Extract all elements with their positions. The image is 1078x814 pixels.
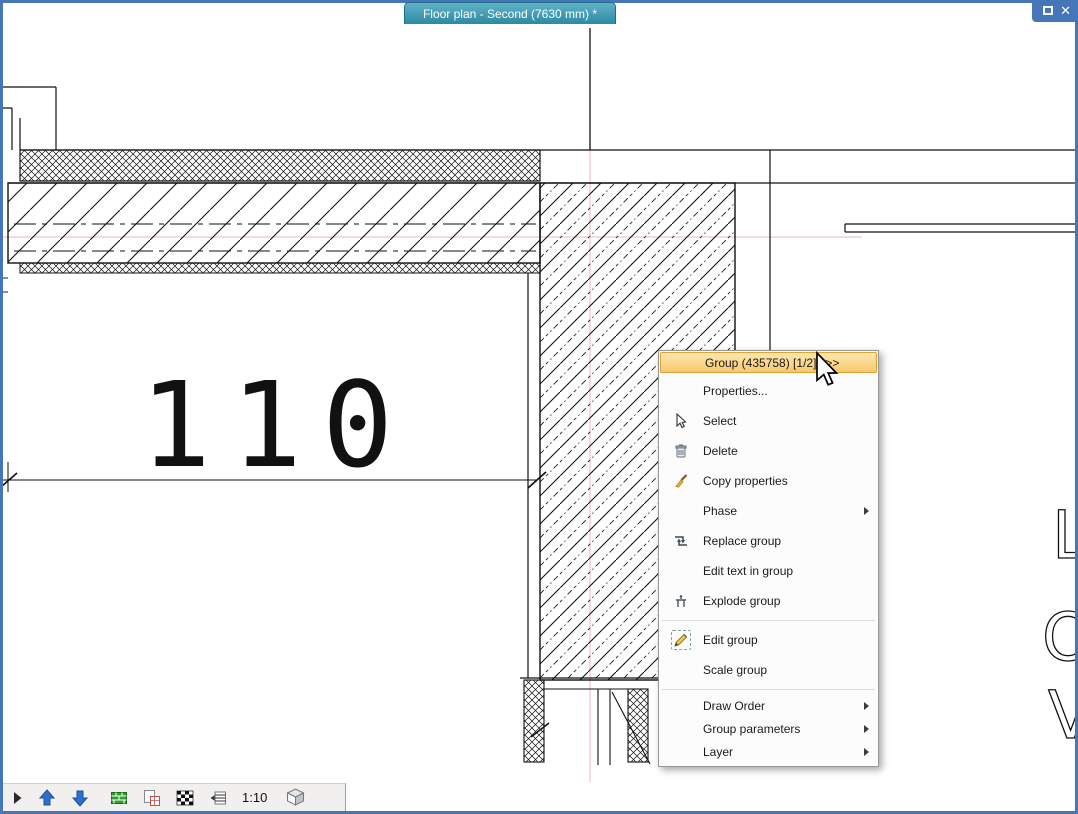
menu-item-label: Edit text in group [703,564,869,578]
menu-item-label: Scale group [703,663,869,677]
trash-icon [659,443,703,459]
submenu-arrow-icon [864,507,869,515]
menu-item-label: Explode group [703,594,869,608]
explode-icon [659,593,703,609]
context-menu: Group (435758) [1/2] >> Properties... Se… [658,350,879,767]
collapse-arrow-icon [12,791,23,805]
pencil-icon [659,630,703,650]
menu-item-label: Select [703,414,869,428]
menu-header-group[interactable]: Group (435758) [1/2] >> [660,352,877,373]
tab-floor-plan[interactable]: Floor plan - Second (7630 mm) * [404,2,616,24]
menu-item-group-parameters[interactable]: Group parameters [659,717,878,740]
cursor-icon [659,413,703,429]
replace-icon [659,533,703,549]
room-number-label[interactable]: 110 [140,356,413,494]
restore-button[interactable] [1043,2,1053,20]
fill-scale-icon [209,789,227,807]
menu-item-replace-group[interactable]: Replace group [659,526,878,556]
menu-separator [662,620,875,621]
view-3d-button[interactable] [282,787,309,808]
menu-item-scale-group[interactable]: Scale group [659,655,878,685]
window-controls: ✕ [1032,0,1078,22]
layout-display-button[interactable] [143,789,161,807]
menu-item-properties[interactable]: Properties... [659,376,878,406]
menu-item-label: Group parameters [703,722,864,736]
scale-indicator[interactable]: 1:10 [242,790,267,805]
menu-item-explode-group[interactable]: Explode group [659,586,878,616]
toolbar-collapse-button[interactable] [12,791,23,805]
floorplan-canvas[interactable]: 110 L O V [0,0,1078,814]
menu-header-cycle[interactable]: >> [825,356,839,370]
up-arrow-icon [38,789,56,807]
menu-item-label: Replace group [703,534,869,548]
view-toolbar: 1:10 [3,783,346,811]
menu-item-phase[interactable]: Phase [659,496,878,526]
checker-display-button[interactable] [176,789,194,807]
tab-title: Floor plan - Second (7630 mm) * [423,7,597,21]
svg-text:V: V [1048,677,1078,754]
fill-scale-button[interactable] [209,789,227,807]
submenu-arrow-icon [864,702,869,710]
menu-item-label: Delete [703,444,869,458]
menu-item-select[interactable]: Select [659,406,878,436]
svg-text:O: O [1042,599,1078,676]
layout-icon [143,789,161,807]
menu-item-label: Draw Order [703,699,864,713]
menu-item-edit-group[interactable]: Edit group [659,625,878,655]
grid-icon [110,789,128,807]
menu-item-label: Phase [703,504,864,518]
down-arrow-icon [71,789,89,807]
navigate-up-button[interactable] [38,789,56,807]
menu-item-copy-properties[interactable]: Copy properties [659,466,878,496]
menu-item-draw-order[interactable]: Draw Order [659,694,878,717]
menu-item-layer[interactable]: Layer [659,740,878,763]
app-window: 110 L O V Group (435758) [1/2] >> Proper… [0,0,1078,814]
brush-icon [659,473,703,489]
insulation-layer [20,150,540,181]
menu-header-label: Group (435758) [1/2] [705,356,816,370]
menu-item-label: Copy properties [703,474,869,488]
navigate-down-button[interactable] [71,789,89,807]
submenu-arrow-icon [864,748,869,756]
menu-item-label: Edit group [703,633,869,647]
3d-box-icon [282,787,309,808]
menu-item-label: Properties... [703,384,869,398]
menu-item-delete[interactable]: Delete [659,436,878,466]
finish-layer [20,263,540,273]
grid-display-button[interactable] [110,789,128,807]
submenu-arrow-icon [864,725,869,733]
menu-item-edit-text-in-group[interactable]: Edit text in group [659,556,878,586]
restore-icon [1043,6,1053,15]
menu-item-label: Layer [703,745,864,759]
checkerboard-icon [176,789,194,807]
close-button[interactable]: ✕ [1060,5,1071,18]
menu-separator [662,689,875,690]
svg-text:L: L [1052,497,1078,574]
